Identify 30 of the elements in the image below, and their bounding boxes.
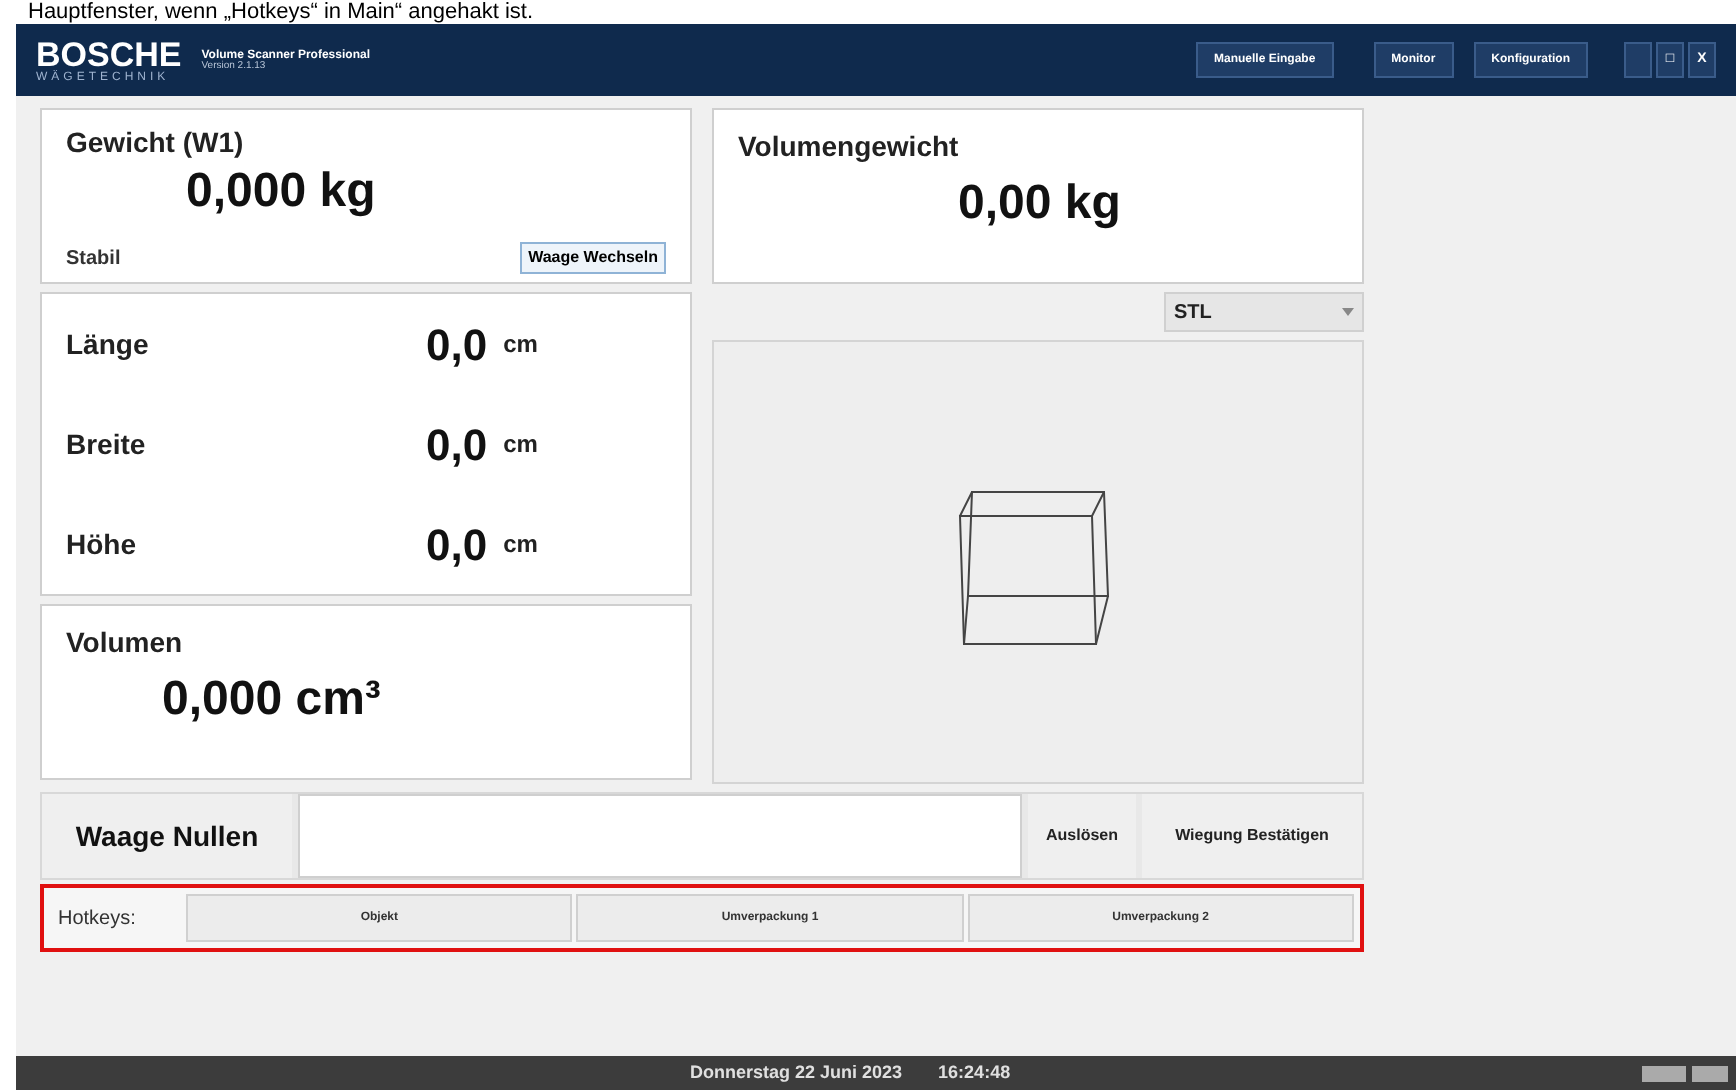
switch-scale-button[interactable]: Waage Wechseln xyxy=(520,242,666,274)
weight-value: 0,000 kg xyxy=(186,164,378,220)
weight-title: Gewicht (W1) xyxy=(66,124,246,162)
volume-title: Volumen xyxy=(66,624,185,662)
hotkeys-label: Hotkeys: xyxy=(56,905,138,933)
dimension-label: Breite xyxy=(66,425,148,463)
dimension-label: Höhe xyxy=(66,525,138,563)
input-field[interactable] xyxy=(298,794,1022,878)
trigger-button[interactable]: Auslösen xyxy=(1028,794,1136,878)
dimension-label: Länge xyxy=(66,325,151,364)
status-indicator-icon xyxy=(1692,1065,1728,1081)
dimension-value: 0,0 xyxy=(426,317,488,373)
format-dropdown[interactable]: STL xyxy=(1164,292,1364,332)
dimension-unit: cm xyxy=(503,428,538,462)
chevron-down-icon xyxy=(1342,308,1354,316)
caption: Hauptfenster, wenn „Hotkeys“ in Main“ angehakt ist. xyxy=(28,0,534,24)
status-indicator-icon xyxy=(1642,1065,1686,1081)
volume-weight-value: 0,00 kg xyxy=(958,174,1123,234)
dimension-unit: cm xyxy=(503,328,538,362)
volume-weight-title: Volumengewicht xyxy=(738,128,961,166)
minimize-button[interactable] xyxy=(1624,42,1652,78)
weight-status: Stabil xyxy=(66,246,121,274)
confirm-weighing-button[interactable]: Wiegung Bestätigen xyxy=(1142,794,1362,878)
dimension-unit: cm xyxy=(503,528,538,562)
dimension-value: 0,0 xyxy=(426,517,488,573)
zero-scale-button[interactable]: Waage Nullen xyxy=(42,794,292,878)
volume-value: 0,000 cm³ xyxy=(162,670,383,730)
dimension-value: 0,0 xyxy=(426,417,488,473)
status-date: Donnerstag 22 Juni 2023 xyxy=(690,1059,903,1086)
status-time: 16:24:48 xyxy=(938,1059,1011,1086)
